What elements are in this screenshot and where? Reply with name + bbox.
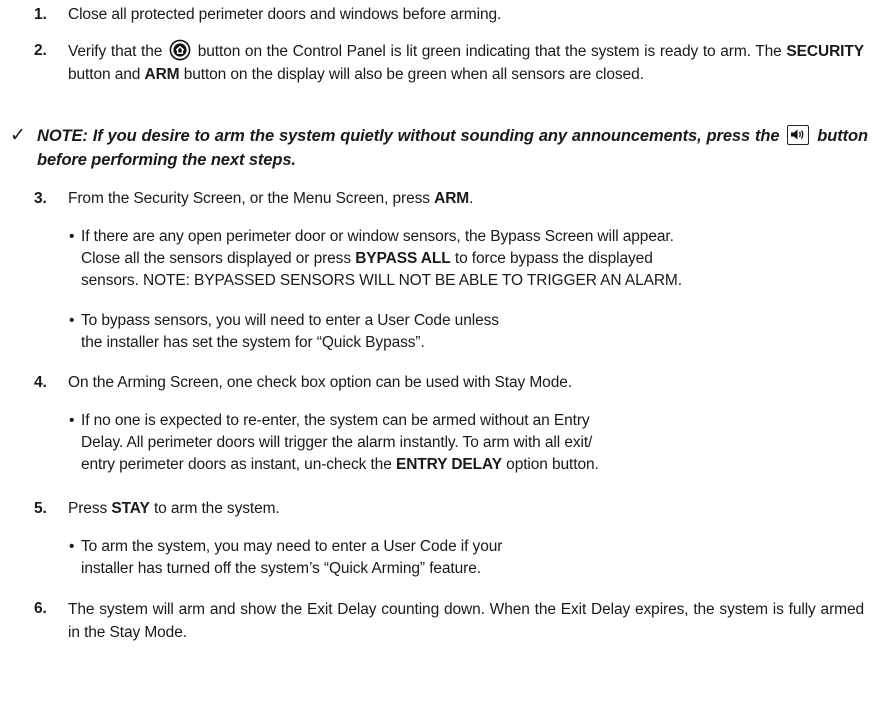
note-text: NOTE: If you desire to arm the system qu… <box>37 124 868 172</box>
bullet-line: sensors. NOTE: BYPASSED SENSORS WILL NOT… <box>81 272 682 289</box>
bullet-line: the installer has set the system for “Qu… <box>81 334 425 351</box>
bullet-line: If there are any open perimeter door or … <box>81 228 674 245</box>
step-number: 5. <box>34 500 47 517</box>
stay-label: STAY <box>111 500 150 517</box>
bullet-line: To arm the system, you may need to enter… <box>81 538 503 555</box>
entry-delay-label: ENTRY DELAY <box>395 456 502 473</box>
step-text: Press STAY to arm the system. <box>68 500 280 517</box>
arm-label: ARM <box>434 190 470 207</box>
bullet-line: installer has turned off the system’s “Q… <box>81 560 481 577</box>
step-text-part: From the Security Screen, or the Menu Sc… <box>68 190 430 207</box>
step-number: 6. <box>34 600 47 617</box>
home-button-icon <box>169 39 191 61</box>
step-number: 4. <box>34 374 47 391</box>
note-text-part: NOTE: If you desire to arm the system qu… <box>37 127 780 145</box>
step-text: Verify that the button on the Control Pa… <box>68 39 864 86</box>
security-label: SECURITY <box>786 43 864 60</box>
step-text-part: . <box>469 190 474 207</box>
step-number: 3. <box>34 190 47 207</box>
bullet-line: Delay. All perimeter doors will trigger … <box>81 434 593 451</box>
bullet-line: If no one is expected to re-enter, the s… <box>81 412 590 429</box>
bullet-line: Close all the sensors displayed or press… <box>81 250 653 267</box>
step-text-part: button on the Control Panel is lit green… <box>197 43 782 60</box>
bullet-line: To bypass sensors, you will need to ente… <box>81 312 499 329</box>
bullet-line: entry perimeter doors as instant, un-che… <box>81 456 599 473</box>
step-text: From the Security Screen, or the Menu Sc… <box>68 188 864 210</box>
speaker-icon <box>787 124 810 145</box>
instructions-page: 1. Close all protected perimeter doors a… <box>0 0 879 707</box>
step-number: 1. <box>34 6 47 23</box>
step-text: Close all protected perimeter doors and … <box>68 6 502 23</box>
arm-label: ARM <box>144 66 180 83</box>
step-text: The system will arm and show the Exit De… <box>68 601 864 641</box>
bypass-all-label: BYPASS ALL <box>355 250 451 267</box>
step-number: 2. <box>34 42 47 59</box>
step-text-part: button and <box>68 66 141 83</box>
step-text: On the Arming Screen, one check box opti… <box>68 374 572 391</box>
step-text-part: button on the display will also be green… <box>183 66 644 83</box>
checkmark-icon: ✓ <box>10 125 26 146</box>
step-2: 2. Verify that the button on the Control… <box>34 39 864 110</box>
step-text-part: Verify that the <box>68 43 163 60</box>
